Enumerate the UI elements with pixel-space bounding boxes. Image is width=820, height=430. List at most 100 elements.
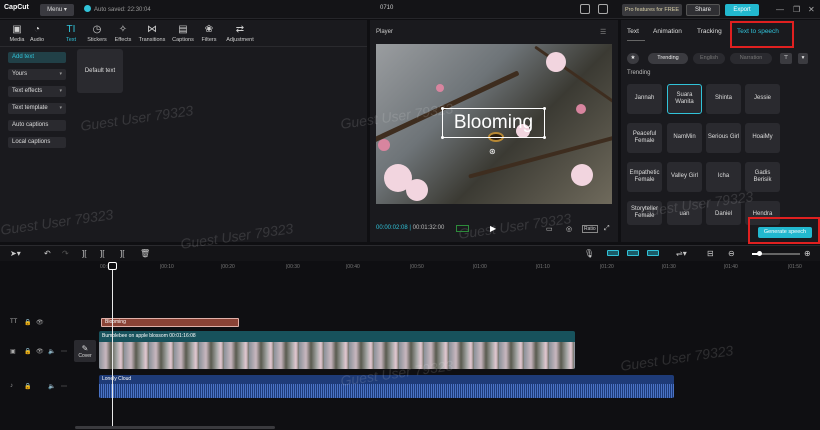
tool-label: Filters (201, 37, 217, 43)
align-icon[interactable]: ⇌▾ (676, 249, 687, 258)
maximize-icon[interactable]: ❐ (793, 5, 800, 14)
blossom-shape (576, 104, 586, 114)
preview-axis-icon[interactable] (647, 250, 659, 256)
edit-icon: ✎ (81, 344, 89, 353)
lock-icon[interactable]: 🔒 (24, 348, 31, 355)
more-icon[interactable]: ⋯ (61, 383, 67, 390)
tab-animation[interactable]: Animation (653, 28, 682, 35)
voice-option[interactable]: Serious Girl (706, 123, 741, 153)
voice-option[interactable]: Valley Girl (667, 162, 702, 192)
player-menu-icon[interactable]: ☰ (600, 28, 606, 36)
pro-features-button[interactable]: Pro features for FREE (622, 4, 682, 16)
menu-yours[interactable]: Yours ▾ (8, 69, 66, 80)
lock-icon[interactable]: 🔒 (24, 319, 31, 326)
voice-option[interactable]: Shinta (706, 84, 741, 114)
play-button[interactable]: ▶ (490, 224, 496, 233)
tab-text[interactable]: Text (627, 28, 639, 35)
time-ruler[interactable]: 00:00 |00:10 |00:20 |00:30 |00:40 |00:50… (96, 262, 820, 272)
undo-icon[interactable]: ↶ (44, 249, 51, 258)
video-clip[interactable]: Bumblebee on apple blossom 00:01:16:08 (99, 331, 575, 369)
menu-add-text[interactable]: Add text (8, 52, 66, 63)
share-button[interactable]: Share (686, 4, 720, 16)
filters-icon: ❀ (204, 24, 214, 35)
menu-text-template[interactable]: Text template ▾ (8, 103, 66, 114)
tool-audio[interactable]: ◔ Audio (22, 24, 52, 43)
voice-option[interactable]: NamMin (667, 123, 702, 153)
tool-transitions[interactable]: ⋈ Transitions (137, 24, 167, 43)
mute-icon[interactable]: 🔈 (48, 383, 55, 390)
tool-filters[interactable]: ❀ Filters (194, 24, 224, 43)
menu-auto-captions[interactable]: Auto captions (8, 120, 66, 131)
filter-english[interactable]: English (693, 53, 725, 64)
zoom-out-icon[interactable]: ⊖ (728, 249, 735, 258)
zoom-in-icon[interactable]: ⊕ (804, 249, 811, 258)
split-icon[interactable]: ][ (82, 249, 86, 258)
timeline-scrollbar[interactable] (75, 426, 275, 429)
audio-meter-icon (456, 225, 469, 232)
autosave-text: Auto saved: 22:30:04 (94, 7, 151, 13)
voice-option-selected[interactable]: Suara Wanita (667, 84, 702, 114)
menu-button[interactable]: Menu ▾ (40, 4, 74, 16)
more-icon[interactable]: ⋯ (61, 348, 67, 355)
cloud-icon (84, 5, 91, 12)
cover-button[interactable]: ✎ Cover (74, 340, 96, 362)
playhead[interactable] (112, 263, 113, 426)
ruler-tick: |00:40 (346, 264, 360, 270)
close-icon[interactable]: ✕ (808, 5, 815, 14)
tool-effects[interactable]: ✧ Effects (108, 24, 138, 43)
voice-option[interactable]: Peaceful Female (627, 123, 662, 153)
generate-speech-button[interactable]: Generate speech (758, 227, 812, 238)
snapshot-icon[interactable]: ◎ (566, 225, 572, 233)
resize-handle[interactable] (543, 136, 546, 139)
minimize-icon[interactable]: — (776, 5, 784, 14)
favorite-filter[interactable]: ★ (627, 53, 639, 64)
tab-tracking[interactable]: Tracking (697, 28, 722, 35)
ruler-tick: |01:20 (600, 264, 614, 270)
audio-clip-label: Lonely Cloud (102, 376, 132, 382)
tool-label: Effects (114, 37, 132, 43)
delete-icon[interactable]: 🗑 (140, 249, 150, 258)
ratio-button[interactable]: Ratio (582, 225, 598, 233)
filter-narration[interactable]: Narration (730, 53, 772, 64)
menu-local-captions[interactable]: Local captions (8, 137, 66, 148)
filter-icon[interactable]: ⊤ (780, 53, 792, 64)
chevron-down-icon[interactable]: ▾ (798, 53, 808, 64)
link-icon[interactable] (627, 250, 639, 256)
voice-option[interactable]: Empathetic Female (627, 162, 662, 192)
default-text-tile[interactable]: Default text (77, 49, 123, 93)
microphone-icon[interactable]: 🎙 (584, 249, 594, 258)
resize-handle[interactable] (441, 136, 444, 139)
select-tool-icon[interactable]: ➤▾ (10, 249, 21, 258)
playhead-handle[interactable] (108, 262, 117, 270)
tool-adjustment[interactable]: ⇄ Adjustment (223, 24, 257, 43)
voice-option[interactable]: HoaiMy (745, 123, 780, 153)
layout-icon[interactable] (580, 4, 590, 14)
resize-handle[interactable] (543, 107, 546, 110)
voice-option[interactable]: Jannah (627, 84, 662, 114)
visibility-icon[interactable]: 👁 (36, 319, 44, 326)
export-button[interactable]: Export (725, 4, 759, 16)
split-right-icon[interactable]: ][ (120, 249, 124, 258)
zoom-slider-handle[interactable] (757, 251, 762, 256)
voice-option[interactable]: Jessie (745, 84, 780, 114)
ruler-tick: |00:10 (160, 264, 174, 270)
split-left-icon[interactable]: ][ (100, 249, 104, 258)
menu-label: Text effects (12, 88, 43, 94)
mute-icon[interactable]: 🔈 (48, 348, 55, 355)
menu-text-effects[interactable]: Text effects ▾ (8, 86, 66, 97)
caption-track-icon[interactable]: ⊟ (707, 249, 714, 258)
full-quality-icon[interactable]: ▭ (546, 225, 553, 233)
voice-option[interactable]: Icha (706, 162, 741, 192)
redo-icon[interactable]: ↷ (62, 249, 69, 258)
caption-overlay[interactable]: Blooming (441, 107, 546, 139)
filter-trending[interactable]: Trending (648, 53, 688, 64)
text-clip[interactable]: Blooming (101, 318, 239, 327)
section-label: Trending (627, 70, 651, 76)
video-clip-label: Bumblebee on apple blossom 00:01:16:08 (102, 333, 196, 339)
rotate-icon[interactable]: ⊛ (489, 147, 496, 156)
snap-icon[interactable] (607, 250, 619, 256)
keyboard-icon[interactable] (598, 4, 608, 14)
lock-icon[interactable]: 🔒 (24, 383, 31, 390)
visibility-icon[interactable]: 👁 (36, 348, 44, 355)
fullscreen-icon[interactable]: ⤢ (604, 225, 610, 233)
